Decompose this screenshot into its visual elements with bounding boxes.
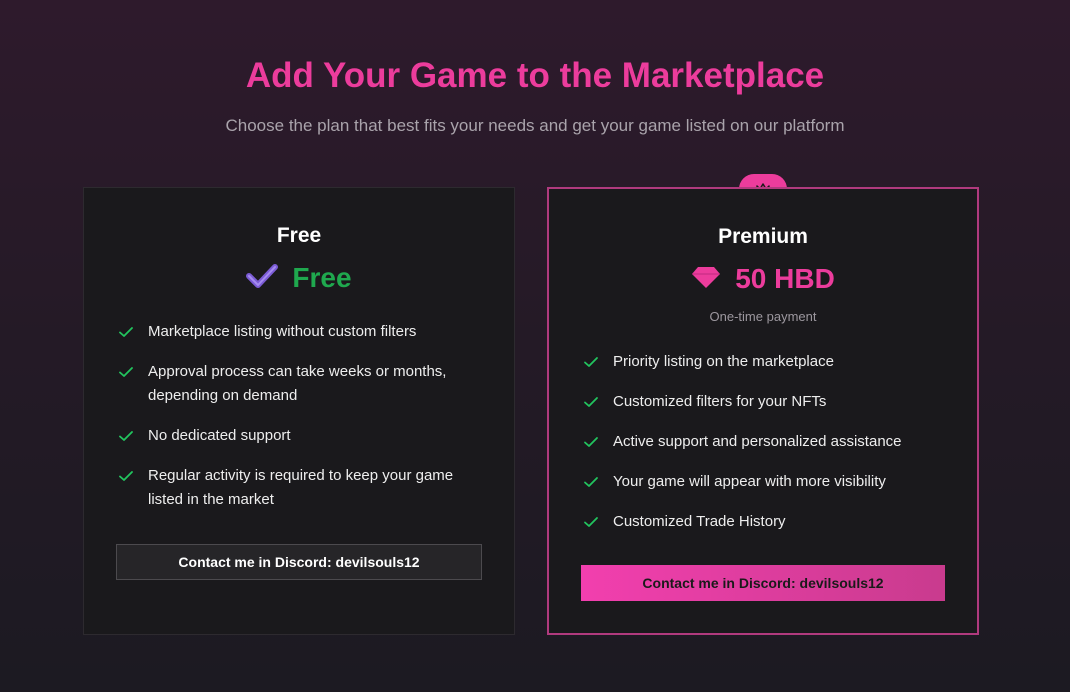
- feature-text: Approval process can take weeks or month…: [148, 363, 447, 404]
- list-item: Regular activity is required to keep you…: [118, 464, 478, 512]
- list-item: Your game will appear with more visibili…: [583, 470, 943, 494]
- feature-text: Regular activity is required to keep you…: [148, 467, 454, 508]
- free-plan-price: Free: [292, 262, 352, 293]
- list-item: Active support and personalized assistan…: [583, 430, 943, 454]
- payment-note: One-time payment: [709, 309, 817, 324]
- premium-plan-price-row: 50 HBD: [549, 263, 977, 295]
- feature-text: Active support and personalized assistan…: [613, 433, 902, 450]
- check-icon: [584, 397, 598, 407]
- free-features-list: Marketplace listing without custom filte…: [118, 320, 478, 528]
- page-title: Add Your Game to the Marketplace: [245, 56, 825, 95]
- checkmark-icon: [246, 263, 279, 294]
- feature-text: Priority listing on the marketplace: [613, 353, 834, 370]
- check-icon: [119, 471, 133, 481]
- premium-plan-name: Premium: [718, 225, 808, 248]
- premium-plan-card: Premium 50 HBD One-time payment Priority…: [547, 187, 979, 635]
- free-plan-name: Free: [276, 224, 322, 247]
- feature-text: Customized filters for your NFTs: [613, 393, 827, 410]
- check-icon: [584, 357, 598, 367]
- check-icon: [119, 367, 133, 377]
- check-icon: [584, 477, 598, 487]
- list-item: Priority listing on the marketplace: [583, 350, 943, 374]
- feature-text: Your game will appear with more visibili…: [613, 473, 886, 490]
- list-item: Customized Trade History: [583, 510, 943, 534]
- check-icon: [584, 517, 598, 527]
- feature-text: No dedicated support: [148, 427, 291, 444]
- check-icon: [119, 431, 133, 441]
- premium-contact-discord-button[interactable]: Contact me in Discord: devilsouls12: [581, 565, 945, 601]
- list-item: Approval process can take weeks or month…: [118, 360, 478, 408]
- feature-text: Marketplace listing without custom filte…: [148, 323, 417, 340]
- feature-text: Customized Trade History: [613, 513, 786, 530]
- list-item: Marketplace listing without custom filte…: [118, 320, 478, 344]
- free-plan-card: Free Free Marketplace listing without cu…: [83, 187, 515, 635]
- check-icon: [584, 437, 598, 447]
- list-item: No dedicated support: [118, 424, 478, 448]
- free-plan-price-row: Free: [84, 262, 514, 294]
- check-icon: [119, 327, 133, 337]
- premium-plan-price: 50 HBD: [735, 263, 835, 294]
- free-contact-discord-button[interactable]: Contact me in Discord: devilsouls12: [116, 544, 482, 580]
- premium-features-list: Priority listing on the marketplace Cust…: [583, 350, 943, 550]
- page-subtitle: Choose the plan that best fits your need…: [225, 116, 845, 135]
- gem-icon: [691, 265, 721, 294]
- list-item: Customized filters for your NFTs: [583, 390, 943, 414]
